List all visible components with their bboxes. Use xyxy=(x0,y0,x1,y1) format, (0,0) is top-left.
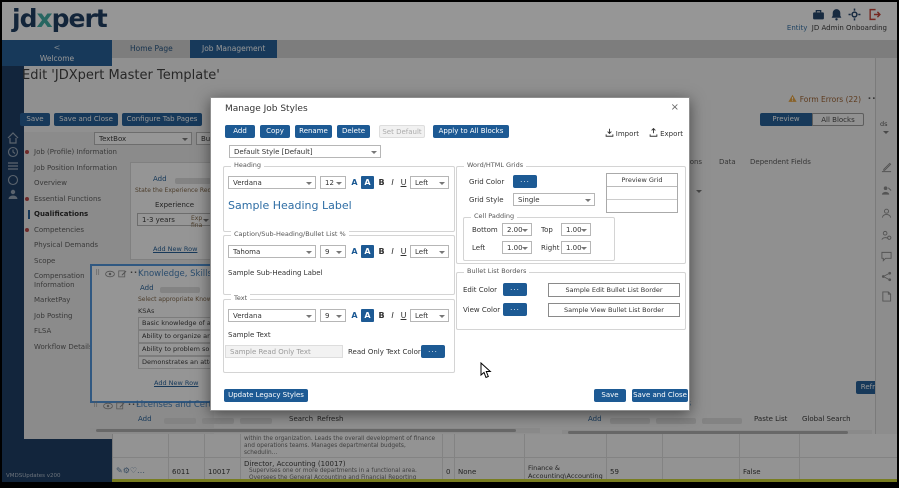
chevron-down-icon xyxy=(522,247,528,253)
dialog-title: Manage Job Styles xyxy=(225,104,308,114)
caption-legend: Caption/Sub-Heading/Bullet List % xyxy=(231,230,349,238)
grid-style-select[interactable]: Single xyxy=(513,193,595,206)
view-color-picker-button[interactable]: ... xyxy=(503,303,527,316)
style-copy-button[interactable]: Copy xyxy=(260,125,290,138)
readonly-color-picker-button[interactable]: ... xyxy=(421,345,445,358)
cell-padding-fieldset xyxy=(463,217,615,261)
chevron-down-icon xyxy=(336,315,342,321)
style-select-value: Default Style [Default] xyxy=(234,148,313,156)
style-rename-button[interactable]: Rename xyxy=(295,125,332,138)
readonly-color-label: Read Only Text Color xyxy=(348,348,421,356)
highlight-color-button[interactable]: A xyxy=(361,245,374,258)
bullet-borders-fieldset xyxy=(456,272,686,330)
bold-button[interactable]: B xyxy=(376,309,387,322)
underline-button[interactable]: U xyxy=(398,245,409,258)
caption-size-select[interactable]: 9 xyxy=(320,245,346,258)
manage-job-styles-dialog: Manage Job Styles × Add Copy Rename Dele… xyxy=(210,97,690,411)
padding-right-select[interactable]: 1.00 xyxy=(561,241,591,254)
highlight-color-button[interactable]: A xyxy=(361,309,374,322)
bold-button[interactable]: B xyxy=(376,176,387,189)
padding-top-select[interactable]: 1.00 xyxy=(561,223,591,236)
caption-fieldset xyxy=(223,235,455,295)
font-color-button[interactable]: A xyxy=(349,176,360,189)
chevron-down-icon xyxy=(336,182,342,188)
text-legend: Text xyxy=(231,294,250,302)
heading-sample: Sample Heading Label xyxy=(228,199,352,212)
bullet-borders-legend: Bullet List Borders xyxy=(464,267,529,275)
edit-color-picker-button[interactable]: ... xyxy=(503,283,527,296)
italic-button[interactable]: I xyxy=(387,309,398,322)
screenshot: jdxpert Entity JD Admin Onboarding Welco… xyxy=(0,0,899,488)
italic-button[interactable]: I xyxy=(387,176,398,189)
update-legacy-styles-button[interactable]: Update Legacy Styles xyxy=(224,389,308,402)
chevron-down-icon xyxy=(371,151,377,157)
underline-button[interactable]: U xyxy=(398,176,409,189)
modal-save-button[interactable]: Save xyxy=(594,389,626,402)
caption-align-select[interactable]: Left xyxy=(410,245,449,258)
style-select[interactable]: Default Style [Default] xyxy=(229,145,381,158)
view-border-sample: Sample View Bullet List Border xyxy=(548,303,680,317)
preview-grid-table: Preview Grid xyxy=(606,173,678,213)
caption-font-select[interactable]: Tahoma xyxy=(228,245,316,258)
import-label: Import xyxy=(616,130,639,138)
chevron-down-icon xyxy=(306,251,312,257)
edit-border-sample: Sample Edit Bullet List Border xyxy=(548,283,680,297)
modal-save-and-close-button[interactable]: Save and Close xyxy=(632,389,688,402)
heading-legend: Heading xyxy=(231,161,264,169)
text-font-select[interactable]: Verdana xyxy=(228,309,316,322)
text-align-select[interactable]: Left xyxy=(410,309,449,322)
grid-color-picker-button[interactable]: ... xyxy=(513,175,537,188)
heading-font-select[interactable]: Verdana xyxy=(228,176,316,189)
chevron-down-icon xyxy=(439,182,445,188)
font-color-button[interactable]: A xyxy=(349,309,360,322)
apply-to-all-blocks-button[interactable]: Apply to All Blocks xyxy=(433,125,509,138)
padding-bottom-label: Bottom xyxy=(472,226,498,234)
readonly-sample-field: Sample Read Only Text xyxy=(225,345,343,358)
close-dialog-icon[interactable]: × xyxy=(671,102,679,113)
chevron-down-icon xyxy=(306,315,312,321)
padding-right-label: Right xyxy=(541,244,559,252)
highlight-color-button[interactable]: A xyxy=(361,176,374,189)
heading-size-select[interactable]: 12 xyxy=(320,176,346,189)
view-color-label: View Color xyxy=(463,306,500,314)
grid-style-label: Grid Style xyxy=(469,196,504,204)
chevron-down-icon xyxy=(581,247,587,253)
caption-sample: Sample Sub-Heading Label xyxy=(228,269,323,277)
font-color-button[interactable]: A xyxy=(349,245,360,258)
padding-left-select[interactable]: 1.00 xyxy=(502,241,532,254)
chevron-down-icon xyxy=(306,182,312,188)
padding-top-label: Top xyxy=(541,226,553,234)
grids-legend: Word/HTML Grids xyxy=(464,161,526,169)
text-sample: Sample Text xyxy=(228,331,271,339)
edit-color-label: Edit Color xyxy=(463,286,497,294)
chevron-down-icon xyxy=(585,199,591,205)
cell-padding-legend: Cell Padding xyxy=(471,212,517,220)
export-button[interactable]: Export xyxy=(649,128,683,138)
text-size-select[interactable]: 9 xyxy=(320,309,346,322)
underline-button[interactable]: U xyxy=(398,309,409,322)
chevron-down-icon xyxy=(336,251,342,257)
chevron-down-icon xyxy=(439,315,445,321)
preview-grid-header: Preview Grid xyxy=(607,174,677,187)
mouse-cursor xyxy=(480,362,492,379)
chevron-down-icon xyxy=(522,229,528,235)
app-window: jdxpert Entity JD Admin Onboarding Welco… xyxy=(2,2,897,482)
set-default-button-disabled: Set Default xyxy=(379,125,425,138)
style-delete-button[interactable]: Delete xyxy=(337,125,370,138)
chevron-down-icon xyxy=(581,229,587,235)
chevron-down-icon xyxy=(439,251,445,257)
style-add-button[interactable]: Add xyxy=(225,125,255,138)
heading-align-select[interactable]: Left xyxy=(410,176,449,189)
italic-button[interactable]: I xyxy=(387,245,398,258)
export-label: Export xyxy=(660,130,683,138)
bold-button[interactable]: B xyxy=(376,245,387,258)
import-button[interactable]: Import xyxy=(605,128,639,138)
grid-color-label: Grid Color xyxy=(469,178,504,186)
padding-bottom-select[interactable]: 2.00 xyxy=(502,223,532,236)
padding-left-label: Left xyxy=(472,244,485,252)
